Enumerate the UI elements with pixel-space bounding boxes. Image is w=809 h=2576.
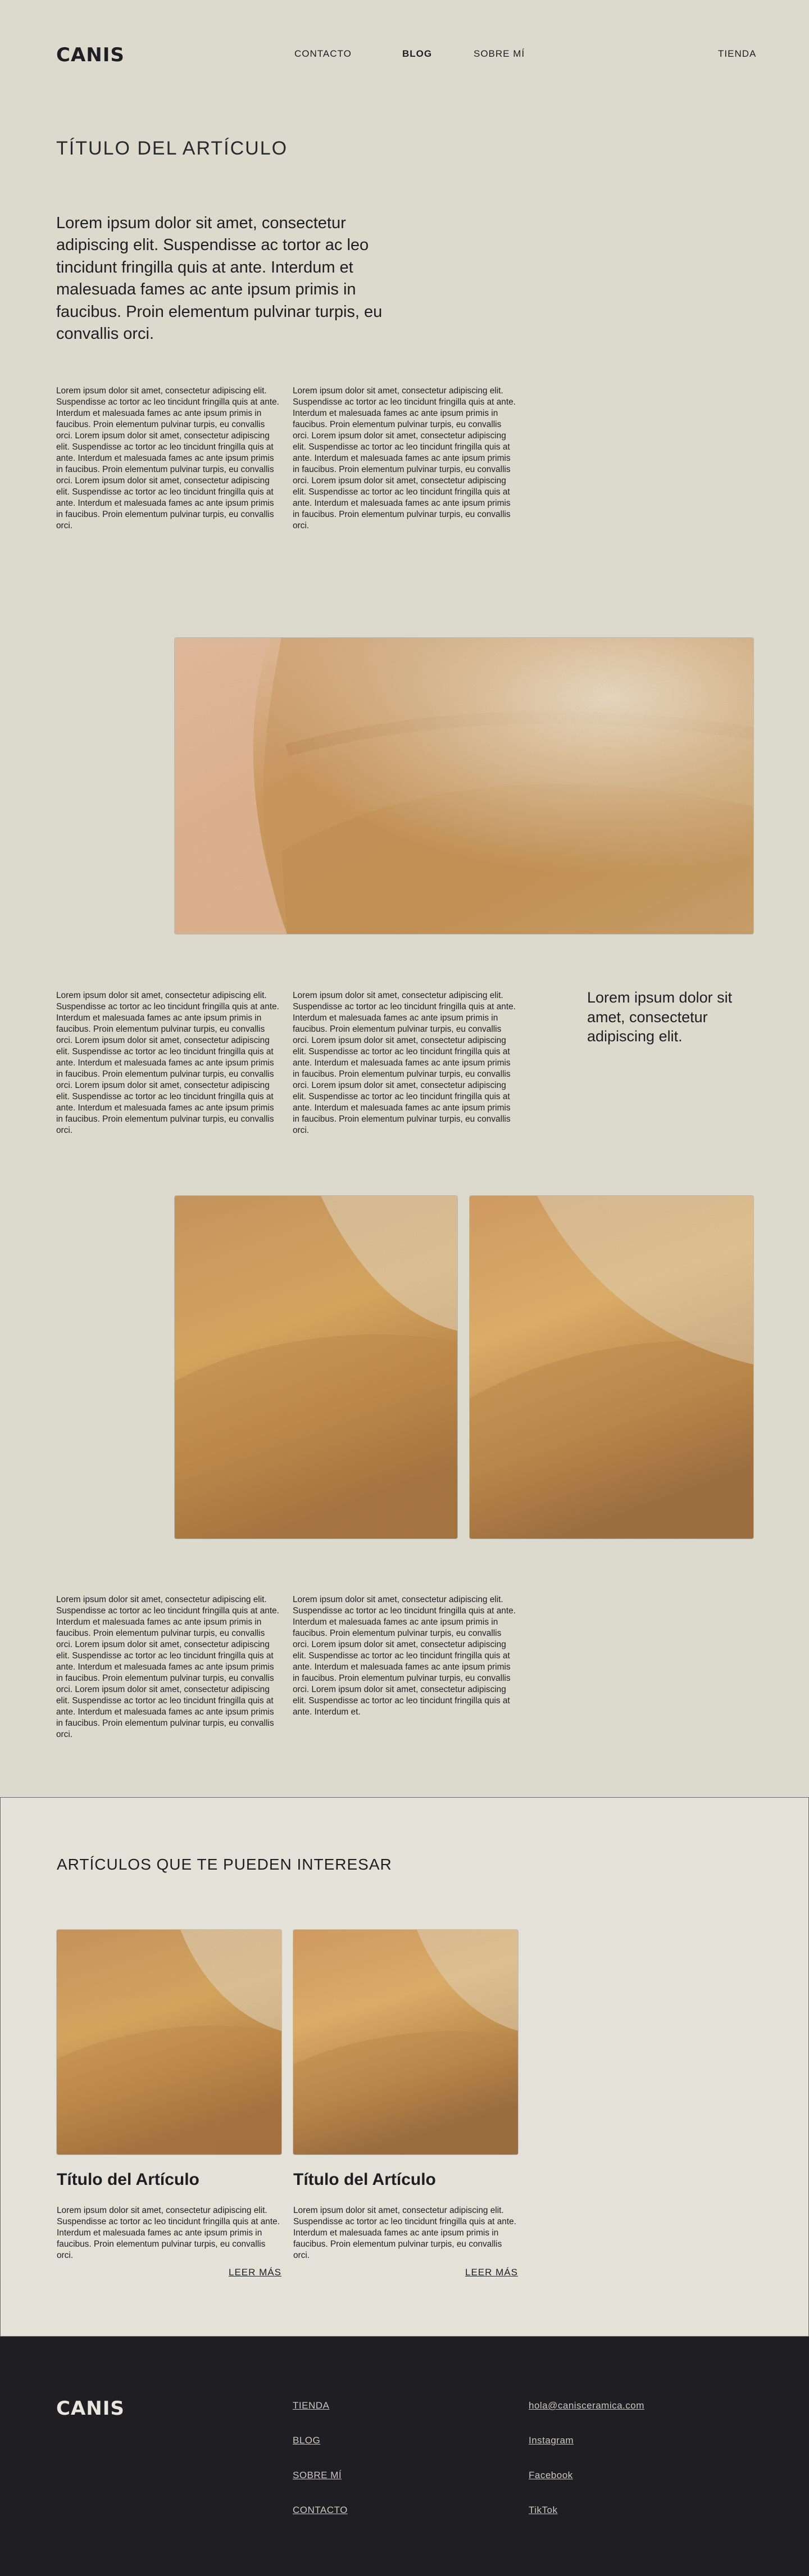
site-header: CANIS CONTACTO BLOG SOBRE MÍ TIENDA (0, 0, 809, 110)
footer-logo[interactable]: CANIS (56, 2397, 125, 2420)
related-card-excerpt: Lorem ipsum dolor sit amet, consectetur … (57, 2206, 280, 2261)
article-image-left (175, 1196, 457, 1539)
footer-tiktok-link[interactable]: TikTok (529, 2505, 558, 2516)
body-text-3b: Lorem ipsum dolor sit amet, consectetur … (293, 1595, 516, 1717)
related-card[interactable]: Título del Artículo Lorem ipsum dolor si… (293, 1930, 518, 2289)
related-card-image[interactable] (293, 1930, 518, 2155)
nav-blog[interactable]: BLOG (402, 48, 432, 60)
body-text-2a: Lorem ipsum dolor sit amet, consectetur … (56, 991, 279, 1136)
article-lead: Lorem ipsum dolor sit amet, consectetur … (56, 214, 383, 343)
article-image-hero (175, 638, 753, 934)
site-footer: CANIS TIENDA BLOG SOBRE MÍ CONTACTO hola… (0, 2337, 809, 2576)
related-card-title[interactable]: Título del Artículo (293, 2170, 436, 2189)
footer-link-tienda[interactable]: TIENDA (293, 2400, 329, 2411)
article-title: TÍTULO DEL ARTÍCULO (56, 138, 288, 159)
pull-quote: Lorem ipsum dolor sit amet, consectetur … (587, 989, 733, 1045)
read-more-link[interactable]: LEER MÁS (229, 2267, 281, 2278)
related-heading: ARTÍCULOS QUE TE PUEDEN INTERESAR (57, 1856, 392, 1873)
footer-link-blog[interactable]: BLOG (293, 2435, 320, 2446)
logo[interactable]: CANIS (56, 44, 125, 66)
article-image-right (470, 1196, 753, 1539)
nav-sobre-mi[interactable]: SOBRE MÍ (474, 48, 525, 60)
nav-tienda[interactable]: TIENDA (718, 48, 756, 60)
footer-link-contacto[interactable]: CONTACTO (293, 2505, 348, 2516)
footer-instagram-link[interactable]: Instagram (529, 2435, 574, 2446)
footer-facebook-link[interactable]: Facebook (529, 2470, 573, 2481)
body-text-1b: Lorem ipsum dolor sit amet, consectetur … (293, 386, 516, 531)
body-text-1a: Lorem ipsum dolor sit amet, consectetur … (56, 386, 279, 531)
page: CANIS CONTACTO BLOG SOBRE MÍ TIENDA TÍTU… (0, 0, 809, 2576)
related-card-excerpt: Lorem ipsum dolor sit amet, consectetur … (293, 2206, 516, 2261)
footer-link-sobre-mi[interactable]: SOBRE MÍ (293, 2470, 342, 2481)
nav-contacto[interactable]: CONTACTO (294, 48, 352, 60)
body-text-3a: Lorem ipsum dolor sit amet, consectetur … (56, 1595, 279, 1740)
related-card[interactable]: Título del Artículo Lorem ipsum dolor si… (57, 1930, 281, 2289)
footer-email-link[interactable]: hola@canisceramica.com (529, 2400, 644, 2411)
related-card-image[interactable] (57, 1930, 281, 2155)
related-card-title[interactable]: Título del Artículo (57, 2170, 199, 2189)
related-articles-section: ARTÍCULOS QUE TE PUEDEN INTERESAR Título… (0, 1797, 809, 2337)
read-more-link[interactable]: LEER MÁS (465, 2267, 518, 2278)
body-text-2b: Lorem ipsum dolor sit amet, consectetur … (293, 991, 516, 1136)
